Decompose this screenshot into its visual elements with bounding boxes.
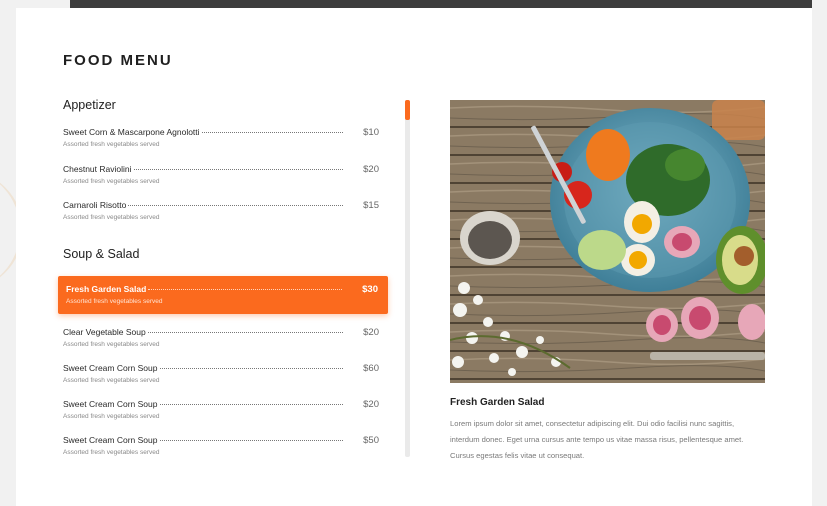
menu-item-price: $20 — [363, 399, 379, 410]
menu-item-name: Sweet Cream Corn Soup — [63, 435, 158, 445]
top-bar — [70, 0, 812, 8]
menu-item[interactable]: Clear Vegetable Soup $20 Assorted fresh … — [63, 327, 379, 357]
menu-item-active[interactable]: Fresh Garden Salad $30 Assorted fresh ve… — [58, 276, 388, 314]
salad-photo-illustration — [450, 100, 765, 383]
dotted-leader — [128, 205, 343, 206]
carrots — [586, 129, 630, 181]
menu-item[interactable]: Chestnut Raviolini $20 Assorted fresh ve… — [63, 164, 379, 194]
menu-item-price: $10 — [363, 127, 379, 138]
menu-item-desc: Assorted fresh vegetables served — [66, 298, 163, 305]
menu-item[interactable]: Sweet Cream Corn Soup $50 Assorted fresh… — [63, 435, 379, 465]
menu-item[interactable]: Sweet Cream Corn Soup $60 Assorted fresh… — [63, 363, 379, 393]
dotted-leader — [159, 440, 343, 441]
menu-item-desc: Assorted fresh vegetables served — [63, 214, 160, 221]
dotted-leader — [148, 289, 342, 290]
menu-item-desc: Assorted fresh vegetables served — [63, 341, 160, 348]
menu-item-price: $20 — [363, 327, 379, 338]
menu-item[interactable]: Sweet Cream Corn Soup $20 Assorted fresh… — [63, 399, 379, 429]
dotted-leader — [159, 368, 343, 369]
section-title-appetizer: Appetizer — [63, 98, 116, 112]
menu-item-name: Chestnut Raviolini — [63, 164, 132, 174]
menu-card: FOOD MENU Appetizer Sweet Corn & Mascarp… — [16, 8, 812, 506]
scrollbar-track[interactable] — [405, 100, 410, 457]
menu-item-name: Carnaroli Risotto — [63, 200, 127, 210]
menu-item-price: $50 — [363, 435, 379, 446]
menu-item-desc: Assorted fresh vegetables served — [63, 413, 160, 420]
menu-item-name: Clear Vegetable Soup — [63, 327, 146, 337]
dotted-leader — [133, 169, 343, 170]
menu-item-name: Sweet Cream Corn Soup — [63, 399, 158, 409]
menu-item-desc: Assorted fresh vegetables served — [63, 178, 160, 185]
menu-item-price: $20 — [363, 164, 379, 175]
section-title-soup-salad: Soup & Salad — [63, 247, 140, 261]
dotted-leader — [147, 332, 343, 333]
menu-item-name: Sweet Corn & Mascarpone Agnolotti — [63, 127, 200, 137]
page-title: FOOD MENU — [63, 52, 173, 69]
dotted-leader — [201, 132, 343, 133]
knife — [650, 352, 765, 360]
menu-item-desc: Assorted fresh vegetables served — [63, 377, 160, 384]
salad-photo — [450, 100, 765, 383]
menu-item-price: $60 — [363, 363, 379, 374]
menu-item-price: $15 — [363, 200, 379, 211]
menu-item-price: $30 — [362, 284, 378, 295]
menu-item-desc: Assorted fresh vegetables served — [63, 449, 160, 456]
feature-title: Fresh Garden Salad — [450, 397, 545, 408]
menu-item-name: Fresh Garden Salad — [66, 284, 147, 294]
feature-description: Lorem ipsum dolor sit amet, consectetur … — [450, 419, 744, 460]
drink-glass — [712, 100, 765, 140]
scrollbar-thumb[interactable] — [405, 100, 410, 120]
menu-item[interactable]: Sweet Corn & Mascarpone Agnolotti $10 As… — [63, 127, 379, 157]
menu-item-desc: Assorted fresh vegetables served — [63, 141, 160, 148]
dotted-leader — [159, 404, 343, 405]
zucchini — [578, 230, 626, 270]
menu-item-name: Sweet Cream Corn Soup — [63, 363, 158, 373]
menu-item[interactable]: Carnaroli Risotto $15 Assorted fresh veg… — [63, 200, 379, 230]
